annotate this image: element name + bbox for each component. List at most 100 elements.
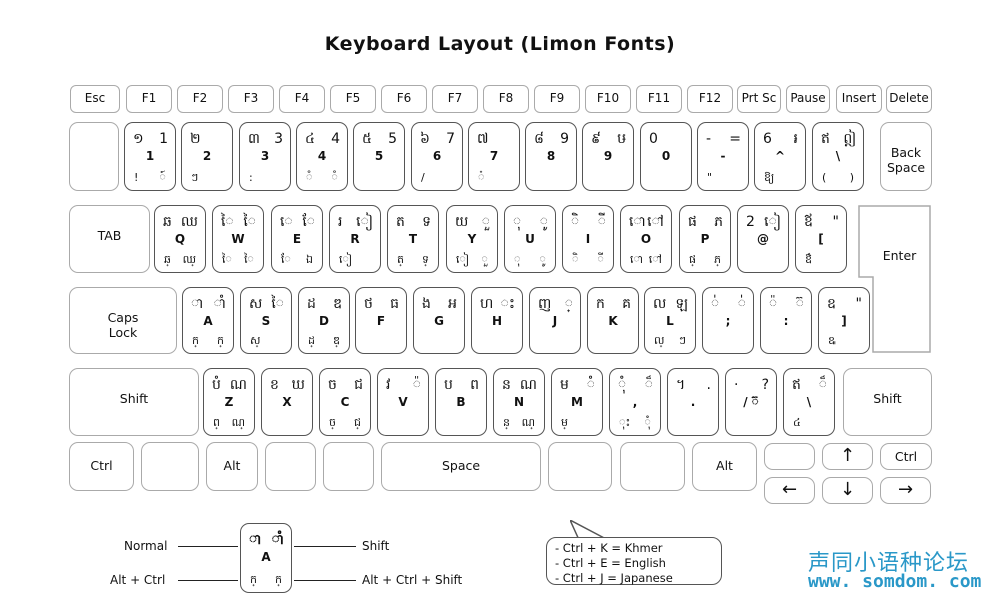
key-number-13[interactable]: ឥឦ \ () bbox=[812, 122, 864, 191]
key-[[interactable]: ឪ " [ឳ bbox=[795, 205, 847, 273]
key-f6[interactable]: F6 bbox=[381, 85, 427, 113]
space-key[interactable]: Space bbox=[381, 442, 541, 491]
key-e[interactable]: េែ Eែឯ bbox=[271, 205, 323, 273]
key-i[interactable]: ិី Iិី bbox=[562, 205, 614, 273]
key-a[interactable]: ាាំ A ក្ ក្ bbox=[182, 287, 234, 354]
blank-key-2[interactable] bbox=[323, 442, 374, 491]
key-f5[interactable]: F5 bbox=[330, 85, 376, 113]
key-s[interactable]: សៃ S ស្ bbox=[240, 287, 292, 354]
win-key-left[interactable] bbox=[141, 442, 199, 491]
blank-key-1[interactable] bbox=[265, 442, 316, 491]
shortcut-english: - Ctrl + E = English bbox=[555, 556, 666, 570]
key-semicolon[interactable]: ់់; bbox=[702, 287, 754, 354]
right-shift-key[interactable]: Shift bbox=[843, 368, 932, 436]
key-q[interactable]: ឆឈ Q ឆ្ ឈ្ bbox=[154, 205, 206, 273]
blank-key-nav[interactable] bbox=[764, 443, 815, 470]
key-f1[interactable]: F1 bbox=[126, 85, 172, 113]
arrow-up-key[interactable]: ↑ bbox=[822, 443, 873, 470]
left-ctrl-key[interactable]: Ctrl bbox=[69, 442, 134, 491]
key-@[interactable]: 2ៀ @ bbox=[737, 205, 789, 273]
right-alt-key-label: Alt bbox=[716, 458, 733, 473]
key-delete[interactable]: Delete bbox=[886, 85, 932, 113]
char-normal: ៦ bbox=[420, 131, 430, 147]
key-number-8[interactable]: ៨98 bbox=[525, 122, 577, 191]
key-k[interactable]: ក គK bbox=[587, 287, 639, 354]
char-normal: 2 bbox=[746, 214, 755, 230]
menu-key[interactable] bbox=[620, 442, 685, 491]
key-insert[interactable]: Insert bbox=[836, 85, 882, 113]
key-period[interactable]: ។.. bbox=[667, 368, 719, 436]
right-alt-key[interactable]: Alt bbox=[692, 442, 757, 491]
char-alt-ctrl: ព្ bbox=[213, 416, 220, 429]
key-pause[interactable]: Pause bbox=[786, 85, 830, 113]
key-f[interactable]: ថ ធF bbox=[355, 287, 407, 354]
key-f8[interactable]: F8 bbox=[483, 85, 529, 113]
legend-arrow-shift bbox=[294, 546, 356, 547]
left-alt-key[interactable]: Alt bbox=[206, 442, 258, 491]
left-shift-key[interactable]: Shift bbox=[69, 368, 199, 436]
tab-key[interactable]: TAB bbox=[69, 205, 150, 273]
key-f9[interactable]: F9 bbox=[534, 85, 580, 113]
key-w[interactable]: ៃៃ Wៃៃ bbox=[212, 205, 264, 273]
key-b[interactable]: ប ពB bbox=[435, 368, 487, 436]
blank-key-3[interactable] bbox=[548, 442, 612, 491]
key-d[interactable]: ដ ឌ D ដ្ ឌ្ bbox=[298, 287, 350, 354]
key-number-2[interactable]: ២2ៗ bbox=[181, 122, 233, 191]
key-comma[interactable]: ុំ៏,ុះុំ bbox=[609, 368, 661, 436]
key-number-1[interactable]: ១ 1 1!៍ bbox=[124, 122, 176, 191]
caps-lock-key[interactable]: Caps Lock bbox=[69, 287, 177, 354]
key-f11[interactable]: F11 bbox=[636, 85, 682, 113]
char-normal: ៃ bbox=[221, 214, 234, 230]
key-number-4[interactable]: ៤ 4 4៓៓ bbox=[296, 122, 348, 191]
legend-key: ា ាំ A ក្ ក្ bbox=[240, 523, 292, 593]
key-r[interactable]: រៀ Rៀ bbox=[329, 205, 381, 273]
char-shift: ះ bbox=[500, 296, 515, 312]
key-esc[interactable]: Esc bbox=[70, 85, 120, 113]
char-alt-ctrl-shift: ូ bbox=[539, 253, 546, 266]
key-p[interactable]: ផ ភ P ផ្ ភ្ bbox=[679, 205, 731, 273]
key-j[interactable]: ញ្ J bbox=[529, 287, 581, 354]
key-number-7[interactable]: ៧ 7៎ bbox=[468, 122, 520, 191]
key-g[interactable]: ង អG bbox=[413, 287, 465, 354]
key-o[interactable]: ោៅ Oោៅ bbox=[620, 205, 672, 273]
key-m[interactable]: មំ M ម្ bbox=[551, 368, 603, 436]
char-normal: បំ bbox=[212, 377, 221, 393]
char-latin: , bbox=[632, 395, 638, 409]
key-f3[interactable]: F3 bbox=[228, 85, 274, 113]
key-l[interactable]: លឡ L ល្ ៗ bbox=[644, 287, 696, 354]
key-quote[interactable]: ៉៊: bbox=[760, 287, 812, 354]
key-number-12[interactable]: 6 ៛ ^ ឱ្យ bbox=[754, 122, 806, 191]
right-ctrl-key[interactable]: Ctrl bbox=[880, 443, 932, 470]
arrow-down-key[interactable]: ↓ bbox=[822, 477, 873, 504]
key-backtick[interactable] bbox=[69, 122, 119, 191]
key-z[interactable]: បំ ណ Z ព្ ណ្ bbox=[203, 368, 255, 436]
key-f7[interactable]: F7 bbox=[432, 85, 478, 113]
key-n[interactable]: នណ N ន្ ណ្ bbox=[493, 368, 545, 436]
key-number-11[interactable]: - = - " bbox=[697, 122, 749, 191]
shortcut-khmer: - Ctrl + K = Khmer bbox=[555, 541, 663, 555]
key-bracket-right[interactable]: ឧ "] ឩ bbox=[818, 287, 870, 354]
key-t[interactable]: ត ទ T ត្ ទ្ bbox=[387, 205, 439, 273]
key-number-6[interactable]: ៦ 7 6 / bbox=[411, 122, 463, 191]
key-number-3[interactable]: ៣33: bbox=[239, 122, 291, 191]
key-number-10[interactable]: 00 bbox=[640, 122, 692, 191]
key-backslash[interactable]: ឥ៏ \ ៤ bbox=[783, 368, 835, 436]
key-h[interactable]: ហះ H bbox=[471, 287, 523, 354]
backspace-key[interactable]: Back Space bbox=[880, 122, 932, 191]
key-f10[interactable]: F10 bbox=[585, 85, 631, 113]
arrow-right-key[interactable]: → bbox=[880, 477, 931, 504]
key-v[interactable]: វ៉ V bbox=[377, 368, 429, 436]
char-alt-ctrl-shift: ុំ bbox=[644, 416, 651, 429]
key-number-9[interactable]: ៩ឞ9 bbox=[582, 122, 634, 191]
key-y[interactable]: យួ Yៀួ bbox=[446, 205, 498, 273]
key-x[interactable]: ខឃX bbox=[261, 368, 313, 436]
key-u[interactable]: ុូ Uុូ bbox=[504, 205, 556, 273]
key-slash[interactable]: ·? / ៊ bbox=[725, 368, 777, 436]
arrow-left-key[interactable]: ← bbox=[764, 477, 815, 504]
key-f12[interactable]: F12 bbox=[687, 85, 733, 113]
key-number-5[interactable]: ៥55 bbox=[353, 122, 405, 191]
key-f2[interactable]: F2 bbox=[177, 85, 223, 113]
key-c[interactable]: ច ជ C ច្ ជ្ bbox=[319, 368, 371, 436]
key-f4[interactable]: F4 bbox=[279, 85, 325, 113]
key-prt-sc[interactable]: Prt Sc bbox=[737, 85, 781, 113]
